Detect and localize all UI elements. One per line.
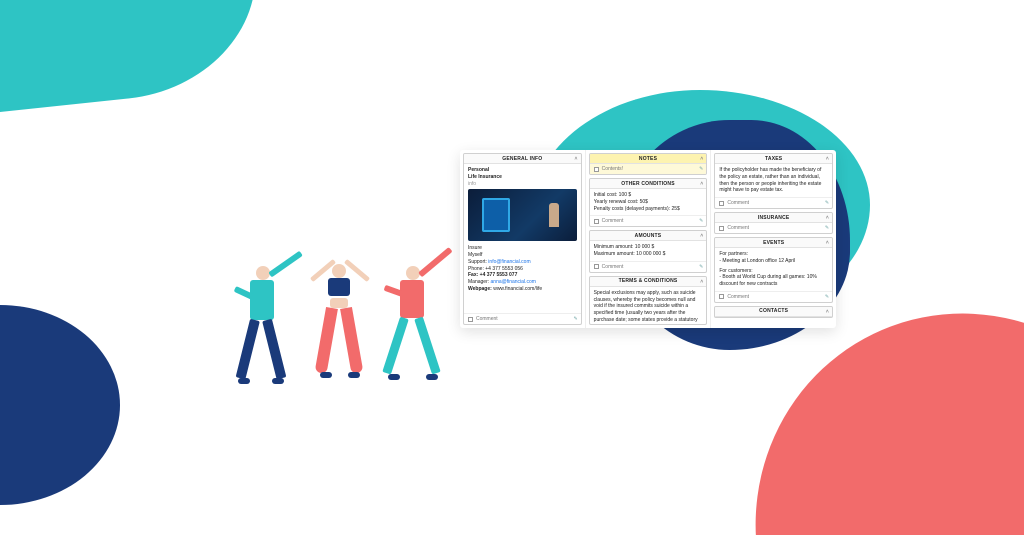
taxes-title: TAXES bbox=[765, 156, 782, 162]
chevron-up-icon: ˄ bbox=[826, 240, 829, 246]
general-comment-row[interactable]: Comment ✎ bbox=[464, 313, 581, 324]
column-2: NOTES ˄ Contents! ✎ OTHER CONDITIONS ˄ I… bbox=[585, 150, 711, 328]
checkbox-icon[interactable] bbox=[594, 167, 599, 172]
edit-icon[interactable]: ✎ bbox=[825, 225, 829, 231]
terms-title: TERMS & CONDITIONS bbox=[619, 278, 678, 284]
taxes-comment-row[interactable]: Comment ✎ bbox=[715, 197, 832, 208]
events-p2: For customers: bbox=[719, 268, 828, 275]
manager-email[interactable]: anna@financial.com bbox=[491, 279, 536, 285]
notes-card: NOTES ˄ Contents! ✎ bbox=[589, 153, 708, 175]
checkbox-icon[interactable] bbox=[594, 264, 599, 269]
embedded-image bbox=[468, 189, 577, 241]
amounts-max: Maximum amount: 10 000 000 $ bbox=[594, 251, 703, 258]
decorative-blob-teal-top bbox=[0, 0, 268, 115]
column-3: TAXES ˄ If the policyholder has made the… bbox=[710, 150, 836, 328]
edit-icon[interactable]: ✎ bbox=[699, 166, 703, 172]
product-name: Life Insurance bbox=[468, 174, 577, 181]
events-card: EVENTS ˄ For partners: - Meeting at Lond… bbox=[714, 237, 833, 303]
info-tag: info bbox=[468, 181, 577, 188]
events-p1: For partners: bbox=[719, 251, 828, 258]
other-l2: Yearly renewal cost: 50$ bbox=[594, 199, 703, 206]
general-info-header[interactable]: GENERAL INFO ˄ bbox=[464, 154, 581, 164]
insurance-comment-row[interactable]: Comment ✎ bbox=[715, 223, 832, 233]
notes-content: Contents! bbox=[602, 166, 623, 172]
checkbox-icon[interactable] bbox=[468, 317, 473, 322]
insurance-title: INSURANCE bbox=[758, 215, 790, 221]
amounts-header[interactable]: AMOUNTS ˄ bbox=[590, 231, 707, 241]
support-email[interactable]: info@financial.com bbox=[488, 259, 530, 265]
chevron-up-icon: ˄ bbox=[575, 156, 578, 162]
amounts-card: AMOUNTS ˄ Minimum amount: 10 000 $ Maxim… bbox=[589, 230, 708, 273]
chevron-up-icon: ˄ bbox=[700, 279, 703, 285]
events-header[interactable]: EVENTS ˄ bbox=[715, 238, 832, 248]
other-l1: Initial cost: 100 $ bbox=[594, 192, 703, 199]
support-label: Support: bbox=[468, 259, 487, 265]
org-name: Insure bbox=[468, 245, 577, 252]
checkbox-icon[interactable] bbox=[719, 201, 724, 206]
comment-label: Comment bbox=[727, 294, 749, 300]
manager-label: Manager: bbox=[468, 279, 489, 285]
dancers-illustration bbox=[220, 260, 460, 440]
checkbox-icon[interactable] bbox=[719, 294, 724, 299]
comment-label: Comment bbox=[727, 225, 749, 231]
edit-icon[interactable]: ✎ bbox=[699, 264, 703, 270]
chevron-up-icon: ˄ bbox=[700, 233, 703, 239]
events-p1a: - Meeting at London office 12 April bbox=[719, 258, 828, 265]
comment-label: Comment bbox=[727, 200, 749, 206]
chevron-up-icon: ˄ bbox=[700, 181, 703, 187]
personal-label: Personal bbox=[468, 167, 577, 174]
comment-label: Comment bbox=[476, 316, 498, 322]
chevron-up-icon: ˄ bbox=[826, 215, 829, 221]
other-conditions-card: OTHER CONDITIONS ˄ Initial cost: 100 $ Y… bbox=[589, 178, 708, 227]
other-l3: Penalty costs (delayed payments): 25$ bbox=[594, 206, 703, 213]
amounts-comment-row[interactable]: Comment ✎ bbox=[590, 261, 707, 272]
insurance-panel-window: GENERAL INFO ˄ Personal Life Insurance i… bbox=[460, 150, 836, 328]
terms-body: Special exclusions may apply, such as su… bbox=[590, 287, 707, 325]
chevron-up-icon: ˄ bbox=[826, 156, 829, 162]
fax-val: +4 377 5553 077 bbox=[480, 272, 518, 278]
decorative-blob-navy-left bbox=[0, 305, 120, 505]
contacts-header[interactable]: CONTACTS ˄ bbox=[715, 307, 832, 317]
notes-comment-row[interactable]: Contents! ✎ bbox=[590, 164, 707, 174]
edit-icon[interactable]: ✎ bbox=[825, 294, 829, 300]
other-conditions-header[interactable]: OTHER CONDITIONS ˄ bbox=[590, 179, 707, 189]
column-1: GENERAL INFO ˄ Personal Life Insurance i… bbox=[460, 150, 585, 328]
terms-header[interactable]: TERMS & CONDITIONS ˄ bbox=[590, 277, 707, 287]
terms-card: TERMS & CONDITIONS ˄ Special exclusions … bbox=[589, 276, 708, 325]
comment-label: Comment bbox=[602, 218, 624, 224]
edit-icon[interactable]: ✎ bbox=[573, 316, 577, 322]
comment-label: Comment bbox=[602, 264, 624, 270]
events-title: EVENTS bbox=[763, 240, 784, 246]
chevron-up-icon: ˄ bbox=[700, 156, 703, 162]
insurance-card: INSURANCE ˄ Comment ✎ bbox=[714, 212, 833, 234]
webpage-val: www.financial.com/life bbox=[493, 286, 542, 292]
edit-icon[interactable]: ✎ bbox=[699, 218, 703, 224]
events-p2a: - Booth at World Cup during all games: 1… bbox=[719, 274, 828, 288]
amounts-min: Minimum amount: 10 000 $ bbox=[594, 244, 703, 251]
taxes-body: If the policyholder has made the benefic… bbox=[715, 164, 832, 197]
amounts-title: AMOUNTS bbox=[635, 233, 662, 239]
webpage-label: Webpage: bbox=[468, 286, 492, 292]
contacts-title: CONTACTS bbox=[759, 308, 788, 314]
taxes-header[interactable]: TAXES ˄ bbox=[715, 154, 832, 164]
fax-label: Fax: bbox=[468, 272, 478, 278]
insurance-header[interactable]: INSURANCE ˄ bbox=[715, 213, 832, 223]
chevron-up-icon: ˄ bbox=[826, 309, 829, 315]
contacts-card: CONTACTS ˄ bbox=[714, 306, 833, 318]
edit-icon[interactable]: ✎ bbox=[825, 200, 829, 206]
events-comment-row[interactable]: Comment ✎ bbox=[715, 291, 832, 302]
taxes-card: TAXES ˄ If the policyholder has made the… bbox=[714, 153, 833, 209]
general-info-title: GENERAL INFO bbox=[502, 156, 542, 162]
notes-header[interactable]: NOTES ˄ bbox=[590, 154, 707, 164]
phone-val: +4 377 5553 056 bbox=[485, 266, 523, 272]
person: Myself bbox=[468, 252, 577, 259]
phone-label: Phone: bbox=[468, 266, 484, 272]
notes-title: NOTES bbox=[639, 156, 657, 162]
checkbox-icon[interactable] bbox=[719, 226, 724, 231]
other-comment-row[interactable]: Comment ✎ bbox=[590, 215, 707, 226]
checkbox-icon[interactable] bbox=[594, 219, 599, 224]
other-conditions-title: OTHER CONDITIONS bbox=[621, 181, 674, 187]
general-info-card: GENERAL INFO ˄ Personal Life Insurance i… bbox=[463, 153, 582, 325]
